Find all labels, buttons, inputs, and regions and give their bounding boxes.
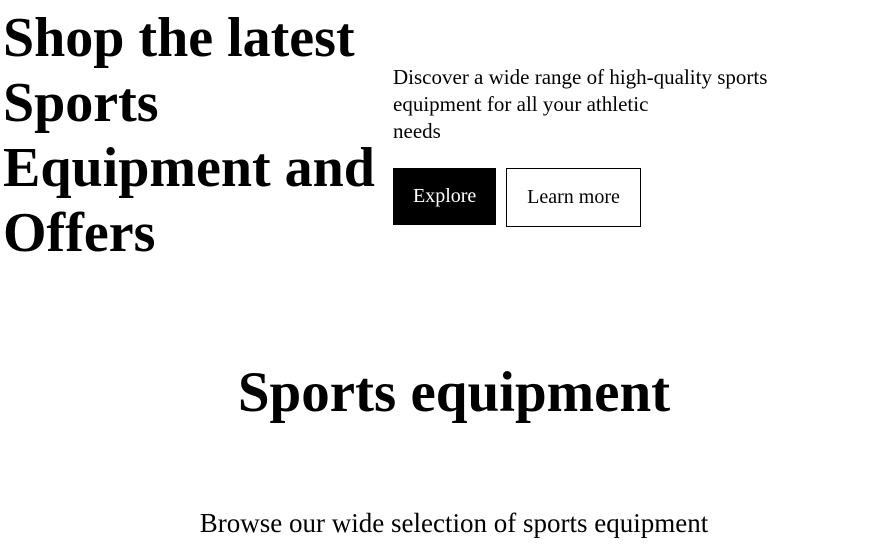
hero-description-line: needs: [393, 119, 441, 143]
learn-more-button[interactable]: Learn more: [506, 168, 641, 227]
page: Shop the latest Sports Equipment and Off…: [0, 0, 892, 555]
hero-title: Shop the latest Sports Equipment and Off…: [3, 7, 375, 264]
hero-description-line: Discover a wide range of high-quality sp…: [393, 65, 768, 89]
hero-description-line: equipment for all your athletic: [393, 92, 649, 116]
explore-button[interactable]: Explore: [393, 168, 496, 225]
section-subtitle: Browse our wide selection of sports equi…: [199, 508, 709, 538]
hero-actions: Explore Learn more: [393, 168, 641, 227]
hero-description: Discover a wide range of high-quality sp…: [393, 64, 833, 145]
section-title: Sports equipment: [237, 361, 671, 424]
hero-content: Discover a wide range of high-quality sp…: [393, 64, 833, 227]
